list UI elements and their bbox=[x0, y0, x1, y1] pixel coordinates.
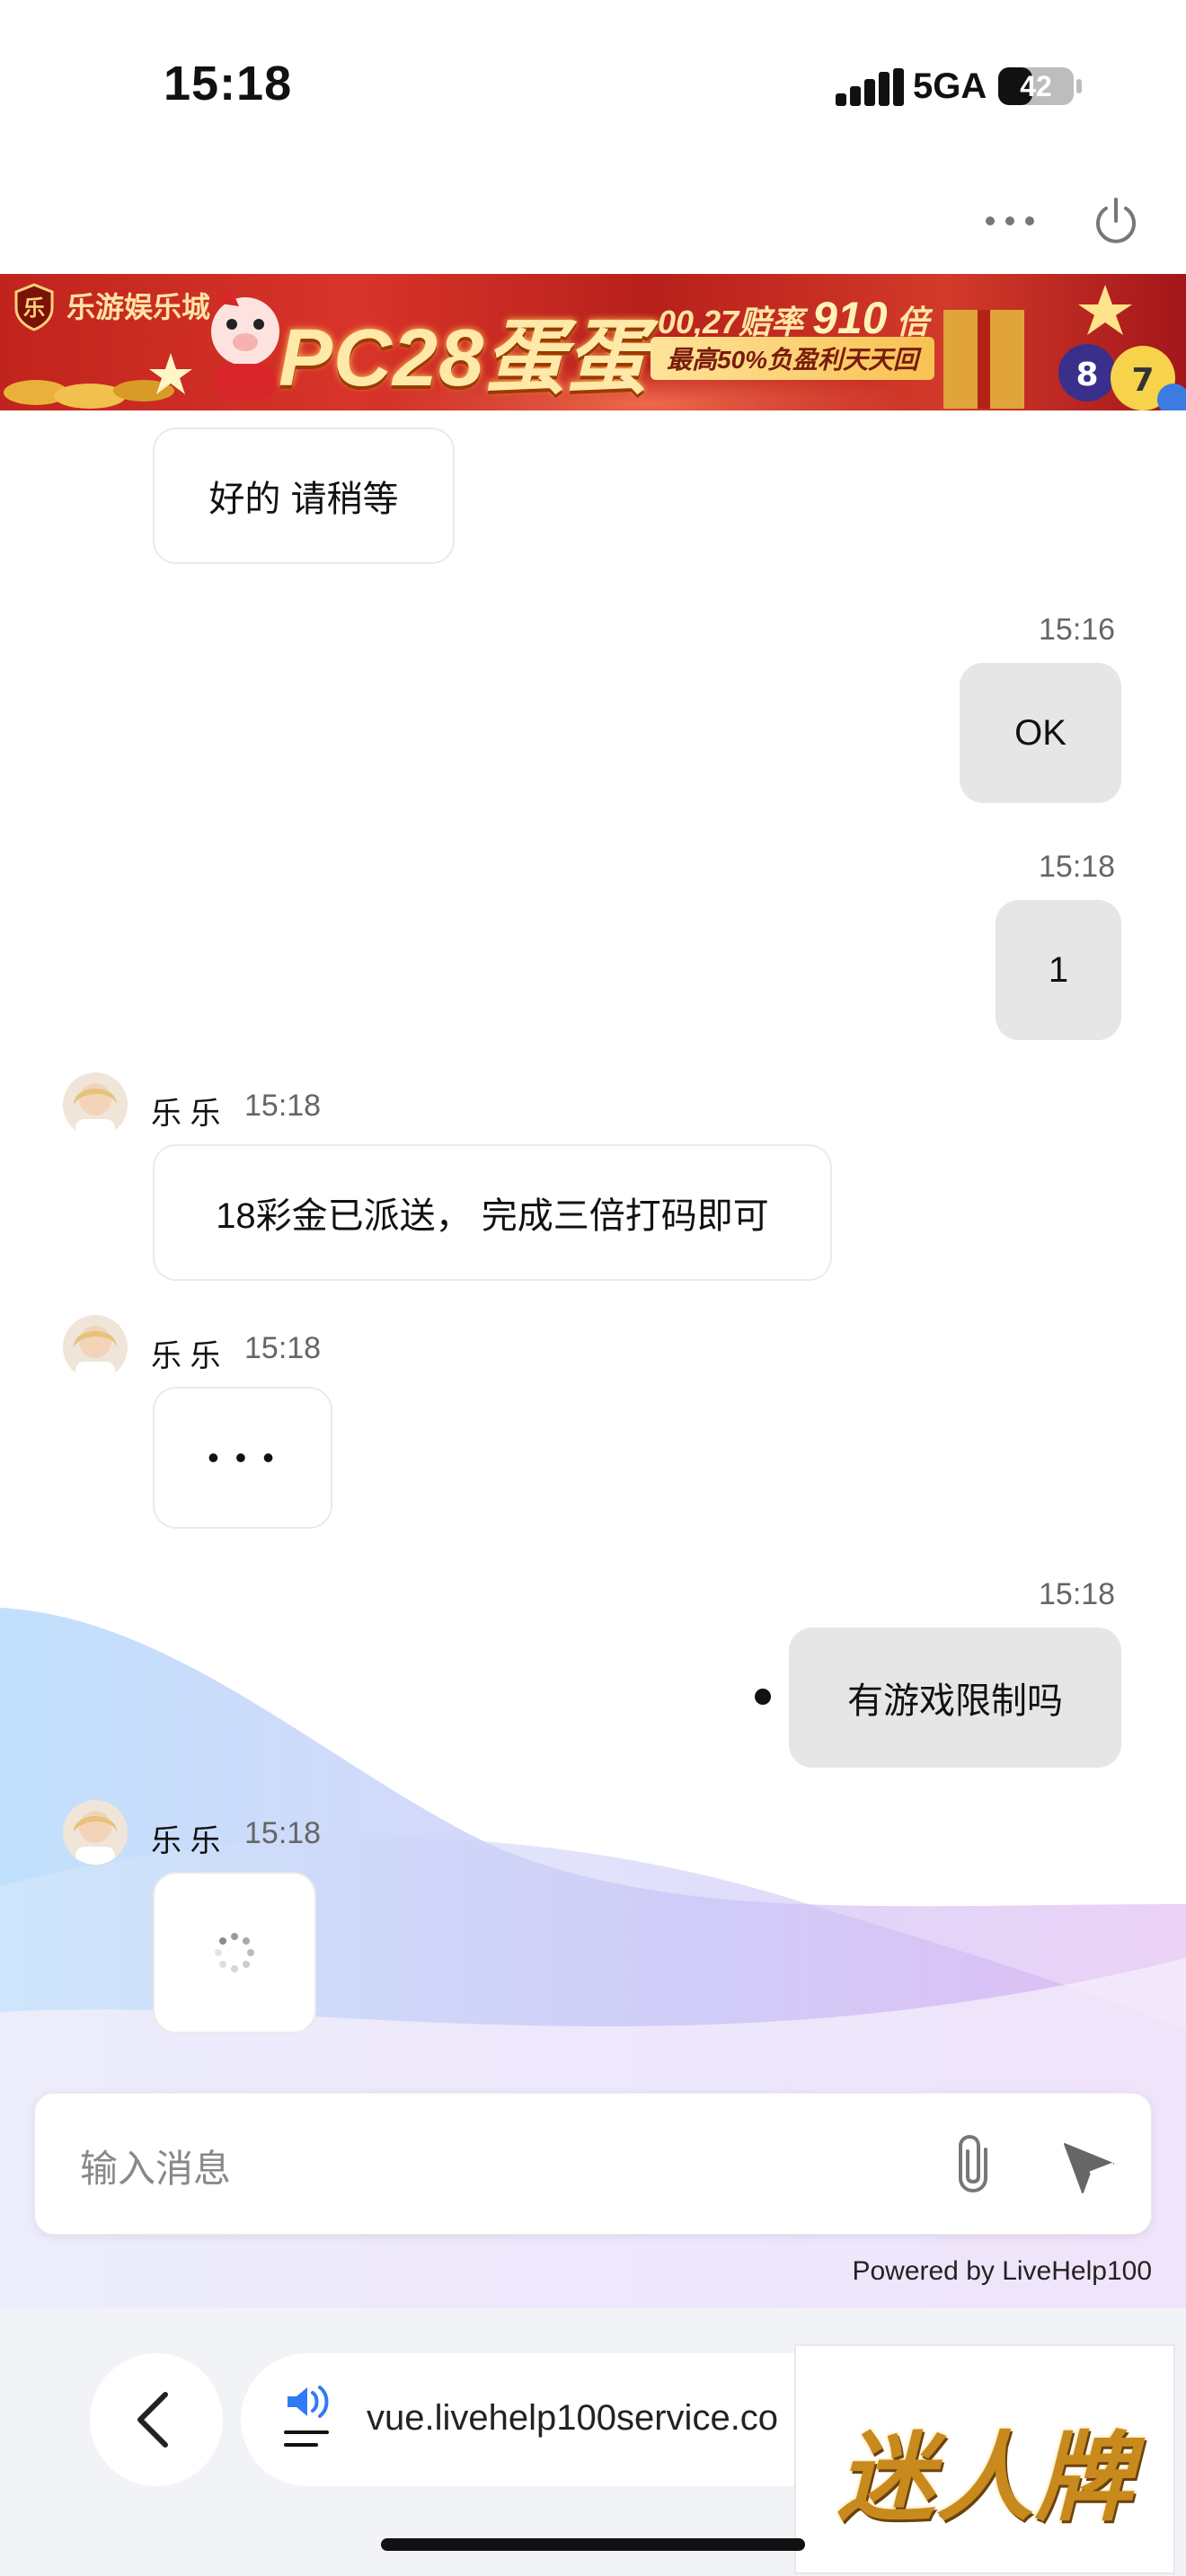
speaker-icon[interactable] bbox=[282, 2384, 336, 2456]
banner-title: PC28蛋蛋 bbox=[279, 313, 649, 403]
ad-text: 迷人牌 bbox=[837, 2423, 1135, 2532]
typing-indicator-bubble: • • • bbox=[153, 1387, 332, 1529]
message-time: 15:18 bbox=[244, 1331, 322, 1365]
url-text[interactable]: vue.livehelp100service.co bbox=[367, 2398, 778, 2439]
agent-avatar[interactable] bbox=[63, 1800, 128, 1865]
paperclip-icon[interactable] bbox=[953, 2133, 1004, 2196]
network-label: 5GA bbox=[913, 66, 987, 106]
agent-avatar[interactable] bbox=[63, 1072, 128, 1137]
svg-text:8: 8 bbox=[1075, 357, 1098, 393]
message-time: 15:18 bbox=[244, 1816, 322, 1850]
chevron-left-icon bbox=[137, 2392, 168, 2448]
message-time: 15:18 bbox=[244, 1089, 322, 1123]
message-text: 1 bbox=[1048, 949, 1069, 990]
home-indicator bbox=[381, 2538, 805, 2551]
user-message-bubble: 1 bbox=[996, 900, 1121, 1040]
message-status-dot bbox=[755, 1689, 771, 1705]
battery-icon: 42 bbox=[997, 66, 1082, 106]
coins-decoration bbox=[4, 353, 192, 409]
agent-message-bubble: 18彩金已派送， 完成三倍打码即可 bbox=[153, 1144, 832, 1281]
message-time: 15:16 bbox=[1039, 613, 1116, 647]
back-button[interactable] bbox=[90, 2353, 223, 2486]
agent-avatar[interactable] bbox=[63, 1315, 128, 1380]
banner-brand: 乐游娱乐城 bbox=[66, 291, 211, 323]
agent-name: 乐 乐 bbox=[151, 1339, 221, 1373]
agent-name: 乐 乐 bbox=[151, 1097, 221, 1131]
message-input[interactable]: 输入消息 bbox=[80, 2139, 231, 2193]
agent-message-bubble: 好的 请稍等 bbox=[153, 428, 455, 564]
status-bar: 15:18 5GA 42 bbox=[0, 0, 1186, 171]
message-text: OK bbox=[1014, 712, 1067, 753]
message-text: 有游戏限制吗 bbox=[847, 1681, 1063, 1721]
powered-by-label: Powered by LiveHelp100 bbox=[852, 2256, 1152, 2286]
banner-odds-prefix: 00,27赔率 bbox=[658, 304, 804, 340]
banner-odds-value: 910 bbox=[812, 293, 888, 343]
svg-text:乐: 乐 bbox=[23, 296, 45, 321]
message-input-bar[interactable]: 输入消息 bbox=[34, 2093, 1152, 2235]
svg-text:7: 7 bbox=[1131, 362, 1154, 399]
signal-icon bbox=[836, 68, 904, 106]
gifts-decoration: 8 7 bbox=[943, 285, 1186, 410]
message-time: 15:18 bbox=[1039, 1577, 1116, 1611]
message-text: 18彩金已派送， 完成三倍打码即可 bbox=[216, 1196, 769, 1236]
typing-dots: • • • bbox=[208, 1439, 278, 1476]
banner-subtitle: 最高50%负盈利天天回 bbox=[651, 337, 935, 380]
agent-name: 乐 乐 bbox=[151, 1824, 221, 1858]
more-options-icon[interactable] bbox=[981, 203, 1039, 239]
banner-odds-suffix: 倍 bbox=[896, 304, 929, 340]
brand-shield-icon: 乐 bbox=[14, 283, 54, 331]
image-loading-bubble[interactable] bbox=[153, 1872, 316, 2033]
message-text: 好的 请稍等 bbox=[208, 480, 399, 519]
user-message-bubble: OK bbox=[960, 663, 1121, 803]
promo-banner[interactable]: 乐 乐游娱乐城 PC28蛋蛋 00,27赔率 910 倍 最高50%负盈利天天回… bbox=[0, 274, 1186, 410]
loading-spinner-icon bbox=[215, 1933, 254, 1972]
floating-ad[interactable]: 迷人牌 bbox=[794, 2344, 1175, 2574]
power-icon[interactable] bbox=[1091, 196, 1141, 246]
user-message-bubble: 有游戏限制吗 bbox=[789, 1628, 1121, 1768]
message-time: 15:18 bbox=[1039, 850, 1116, 884]
status-time: 15:18 bbox=[164, 57, 293, 110]
battery-level: 42 bbox=[1020, 70, 1052, 102]
send-icon[interactable] bbox=[1059, 2137, 1119, 2196]
